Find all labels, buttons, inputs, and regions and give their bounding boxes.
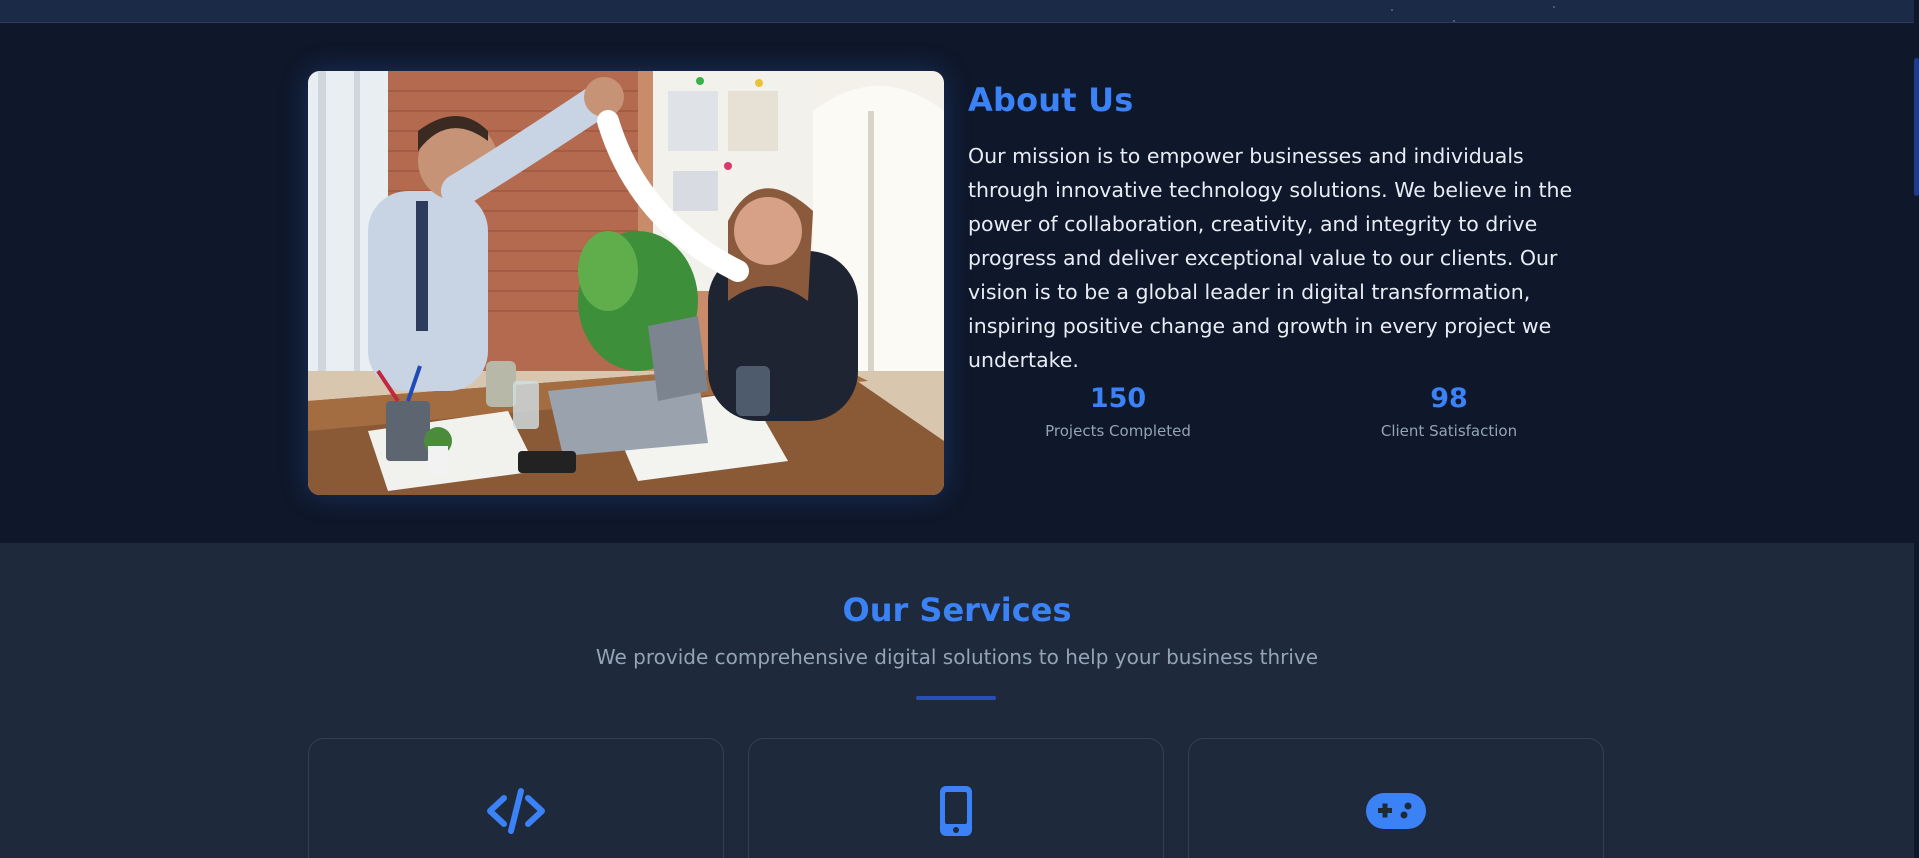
gamepad-icon [1364, 784, 1428, 838]
section-divider [916, 696, 996, 700]
stat-projects-completed: 150 Projects Completed [968, 383, 1268, 440]
scrollbar-thumb[interactable] [1914, 58, 1919, 196]
stat-value: 150 [1089, 383, 1147, 414]
team-high-five-photo [308, 71, 944, 495]
about-content: About Us Our mission is to empower busin… [968, 81, 1618, 377]
service-card-game-development[interactable] [1188, 738, 1604, 858]
about-section: About Us Our mission is to empower busin… [0, 23, 1914, 543]
stats-row: 150 Projects Completed 98 Client Satisfa… [968, 383, 1608, 453]
service-card-mobile-apps[interactable] [748, 738, 1164, 858]
stat-label: Projects Completed [1045, 422, 1191, 440]
code-icon [484, 784, 548, 838]
services-title: Our Services [842, 591, 1072, 629]
stat-client-satisfaction: 98 Client Satisfaction [1299, 383, 1599, 440]
services-subtitle: We provide comprehensive digital solutio… [595, 645, 1319, 669]
service-card-web-development[interactable] [308, 738, 724, 858]
stat-label: Client Satisfaction [1380, 422, 1518, 440]
top-strip [0, 0, 1914, 23]
about-paragraph: Our mission is to empower businesses and… [968, 144, 1573, 372]
stat-value: 98 [1430, 383, 1468, 414]
about-title: About Us [968, 81, 1134, 119]
mobile-icon [924, 784, 988, 838]
services-section: Our Services We provide comprehensive di… [0, 543, 1914, 858]
scrollbar-track[interactable] [1914, 0, 1919, 858]
